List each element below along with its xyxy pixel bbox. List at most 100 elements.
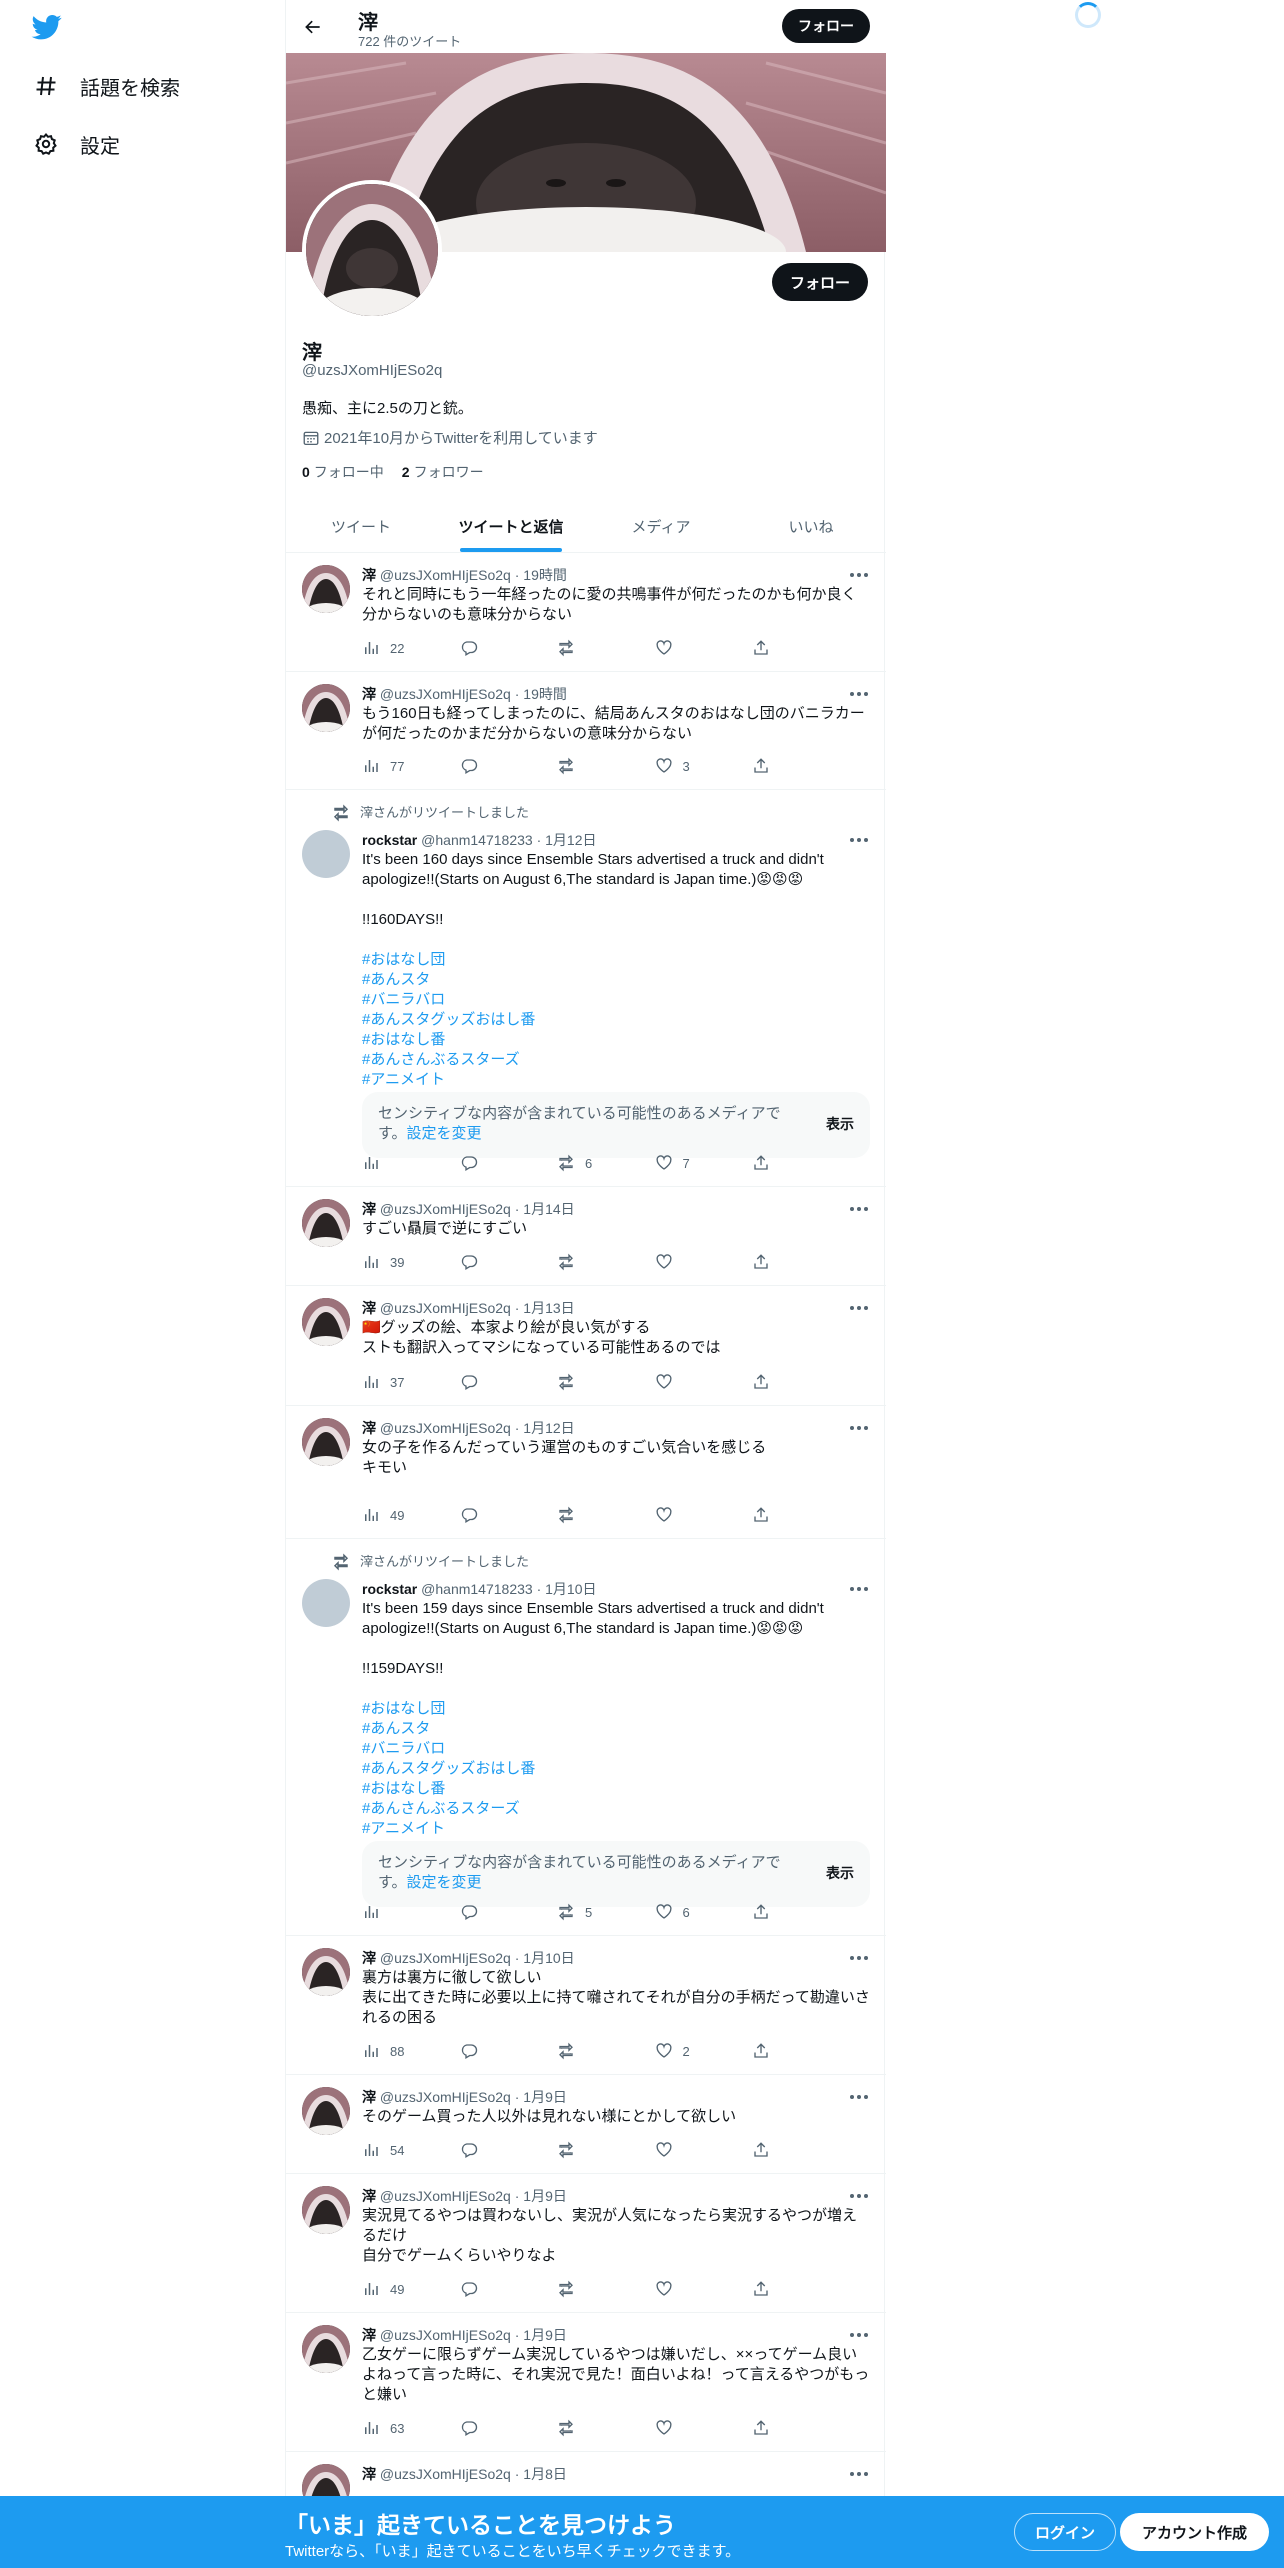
like-button[interactable] <box>655 1505 725 1525</box>
tweet-time[interactable]: 1月12日 <box>523 1420 574 1436</box>
views-button[interactable]: 39 <box>362 1252 432 1272</box>
author-handle[interactable]: @uzsJXomHIjESo2q <box>380 2327 511 2343</box>
show-media-button[interactable]: 表示 <box>826 1114 854 1134</box>
avatar[interactable] <box>302 1418 350 1466</box>
avatar[interactable] <box>302 2087 350 2135</box>
author-handle[interactable]: @uzsJXomHIjESo2q <box>380 2188 511 2204</box>
tab-tweets-and-replies[interactable]: ツイートと返信 <box>436 500 586 552</box>
avatar[interactable] <box>302 830 350 878</box>
author-name[interactable]: 滓 <box>362 1300 376 1316</box>
author-name[interactable]: 滓 <box>362 2089 376 2105</box>
avatar[interactable] <box>302 1948 350 1996</box>
show-media-button[interactable]: 表示 <box>826 1863 854 1883</box>
share-button[interactable] <box>752 1902 782 1922</box>
avatar[interactable] <box>302 1199 350 1247</box>
retweet-button[interactable] <box>557 638 627 658</box>
hashtag-link[interactable]: #バニラバロ <box>362 1739 870 1759</box>
hashtag-link[interactable]: #おはなし番 <box>362 1030 870 1050</box>
tweet[interactable]: 滓 @uzsJXomHIjESo2q · 1月9日 そのゲーム買った人以外は見れな… <box>286 2075 886 2174</box>
tweet[interactable]: 滓 @uzsJXomHIjESo2q · 19時間 それと同時にもう一年経ったのに… <box>286 553 886 672</box>
hashtag-link[interactable]: #あんスタ <box>362 1719 870 1739</box>
avatar[interactable] <box>302 684 350 732</box>
tweet-time[interactable]: 1月9日 <box>523 2188 567 2204</box>
retweet-button[interactable] <box>557 1372 627 1392</box>
change-settings-link[interactable]: 設定を変更 <box>407 1125 482 1142</box>
tweet-time[interactable]: 1月10日 <box>545 1581 596 1597</box>
author-handle[interactable]: @uzsJXomHIjESo2q <box>380 1300 511 1316</box>
share-button[interactable] <box>752 2140 782 2160</box>
hashtag-link[interactable]: #あんスタ <box>362 970 870 990</box>
author-name[interactable]: 滓 <box>362 2327 376 2343</box>
tweet[interactable]: 滓 @uzsJXomHIjESo2q · 1月10日 裏方は裏方に徹して欲しい 表… <box>286 1936 886 2075</box>
author-handle[interactable]: @uzsJXomHIjESo2q <box>380 1420 511 1436</box>
views-button[interactable] <box>362 1153 432 1173</box>
tweet-time[interactable]: 1月10日 <box>523 1950 574 1966</box>
avatar[interactable] <box>302 565 350 613</box>
nav-explore[interactable]: 話題を検索 <box>32 66 180 106</box>
reply-button[interactable] <box>460 756 530 776</box>
avatar[interactable] <box>302 1579 350 1627</box>
signup-button[interactable]: アカウント作成 <box>1120 2513 1270 2551</box>
views-button[interactable]: 63 <box>362 2418 432 2438</box>
profile-follow-button[interactable]: フォロー <box>771 263 868 301</box>
tweet[interactable]: 滓 @uzsJXomHIjESo2q · 1月9日 実況見てるやつは買わないし、実… <box>286 2174 886 2313</box>
author-handle[interactable]: @uzsJXomHIjESo2q <box>380 1201 511 1217</box>
tweet[interactable]: 滓 @uzsJXomHIjESo2q · 1月14日 すごい贔屓で逆にすごい 39 <box>286 1187 886 1286</box>
avatar[interactable] <box>302 2325 350 2373</box>
profile-avatar[interactable] <box>302 180 442 320</box>
author-name[interactable]: 滓 <box>362 686 376 702</box>
change-settings-link[interactable]: 設定を変更 <box>407 1874 482 1891</box>
share-button[interactable] <box>752 756 782 776</box>
tweet-time[interactable]: 1月8日 <box>523 2466 567 2482</box>
retweet-button[interactable] <box>557 2041 627 2061</box>
retweet-button[interactable] <box>557 756 627 776</box>
hashtag-link[interactable]: #おはなし番 <box>362 1779 870 1799</box>
like-button[interactable] <box>655 2418 725 2438</box>
reply-button[interactable] <box>460 2418 530 2438</box>
reply-button[interactable] <box>460 2041 530 2061</box>
share-button[interactable] <box>752 1252 782 1272</box>
tweet[interactable]: 滓さんがリツイートしました rockstar @hanm14718233 · 1月… <box>286 790 886 1187</box>
author-name[interactable]: 滓 <box>362 567 376 583</box>
retweet-button[interactable] <box>557 1252 627 1272</box>
tweet-time[interactable]: 19時間 <box>523 686 567 702</box>
tweet[interactable]: 滓 @uzsJXomHIjESo2q · 1月13日 🇨🇳グッズの絵、本家より絵が… <box>286 1286 886 1406</box>
reply-button[interactable] <box>460 1505 530 1525</box>
views-button[interactable]: 22 <box>362 638 432 658</box>
reply-button[interactable] <box>460 1902 530 1922</box>
like-button[interactable]: 3 <box>655 756 725 776</box>
twitter-bird-icon[interactable] <box>30 12 66 44</box>
share-button[interactable] <box>752 1153 782 1173</box>
tweet-time[interactable]: 19時間 <box>523 567 567 583</box>
author-name[interactable]: rockstar <box>362 832 417 848</box>
author-name[interactable]: rockstar <box>362 1581 417 1597</box>
author-handle[interactable]: @hanm14718233 <box>421 832 533 848</box>
views-button[interactable]: 37 <box>362 1372 432 1392</box>
back-arrow-icon[interactable] <box>298 12 328 42</box>
reply-button[interactable] <box>460 1153 530 1173</box>
views-button[interactable]: 49 <box>362 1505 432 1525</box>
views-button[interactable]: 49 <box>362 2279 432 2299</box>
author-handle[interactable]: @uzsJXomHIjESo2q <box>380 1950 511 1966</box>
share-button[interactable] <box>752 2279 782 2299</box>
hashtag-link[interactable]: #おはなし団 <box>362 1699 870 1719</box>
retweet-button[interactable] <box>557 2279 627 2299</box>
reply-button[interactable] <box>460 2279 530 2299</box>
retweet-button[interactable]: 5 <box>557 1902 627 1922</box>
following-link[interactable]: 0 フォロー中 <box>302 462 384 482</box>
tweet-time[interactable]: 1月12日 <box>545 832 596 848</box>
avatar[interactable] <box>302 2186 350 2234</box>
views-button[interactable]: 77 <box>362 756 432 776</box>
hashtag-link[interactable]: #アニメイト <box>362 1819 870 1839</box>
reply-button[interactable] <box>460 2140 530 2160</box>
author-handle[interactable]: @uzsJXomHIjESo2q <box>380 686 511 702</box>
share-button[interactable] <box>752 2418 782 2438</box>
hashtag-link[interactable]: #あんスタグッズおはし番 <box>362 1759 870 1779</box>
avatar[interactable] <box>302 1298 350 1346</box>
share-button[interactable] <box>752 638 782 658</box>
hashtag-link[interactable]: #おはなし団 <box>362 950 870 970</box>
like-button[interactable] <box>655 1372 725 1392</box>
tweet-time[interactable]: 1月9日 <box>523 2327 567 2343</box>
share-button[interactable] <box>752 1505 782 1525</box>
reply-button[interactable] <box>460 638 530 658</box>
